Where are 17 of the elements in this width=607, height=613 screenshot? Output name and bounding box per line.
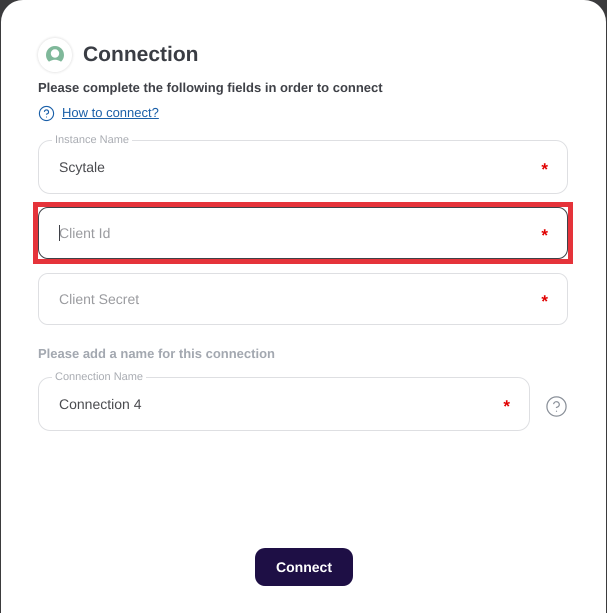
help-icon[interactable] [545, 394, 568, 418]
input-field[interactable]: Client Secret * [38, 273, 568, 325]
input-field[interactable]: Client Id * [38, 207, 568, 259]
connection-name-hint: Please add a name for this connection [38, 346, 276, 362]
connect-button[interactable]: Connect [255, 548, 353, 586]
dialog-subtitle: Please complete the following fields in order to connect [38, 80, 384, 96]
input-field[interactable]: Connection Name Connection 4 * [38, 371, 530, 431]
required-asterisk: * [541, 290, 548, 310]
dialog-title: Connection [83, 42, 198, 68]
text-cursor [59, 225, 60, 241]
required-asterisk: * [541, 158, 548, 178]
help-icon[interactable] [38, 104, 55, 122]
required-asterisk: * [503, 396, 510, 414]
required-asterisk: * [541, 224, 548, 244]
input-field[interactable]: Instance Name Scytale * [38, 134, 568, 194]
logo-icon [38, 38, 72, 72]
help-link[interactable]: How to connect? [62, 103, 159, 123]
